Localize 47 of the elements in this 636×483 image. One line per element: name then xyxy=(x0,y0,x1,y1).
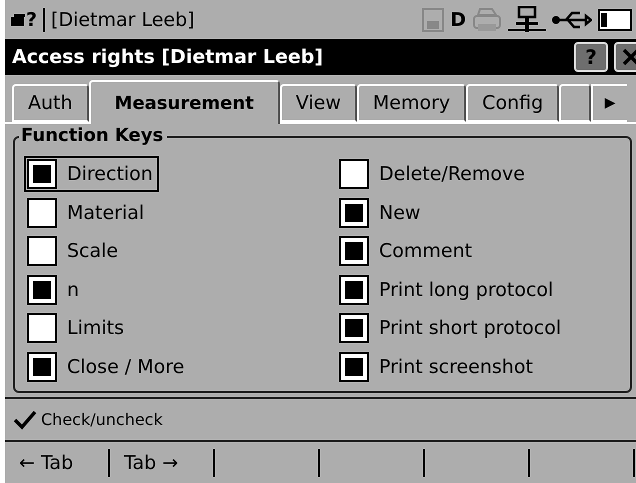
checkbox-label: Direction xyxy=(67,163,153,186)
checkbox-label: Scale xyxy=(67,240,118,262)
battery-icon xyxy=(598,8,632,30)
user-name: [Dietmar Leeb] xyxy=(51,8,195,30)
usb-icon xyxy=(552,10,592,30)
checkmark-icon xyxy=(13,410,37,430)
softkey[interactable]: ← Tab xyxy=(5,448,110,476)
help-button[interactable]: ? xyxy=(574,42,608,72)
tab[interactable]: Auth xyxy=(12,84,89,122)
checkbox[interactable] xyxy=(339,236,369,266)
checkbox-label: New xyxy=(379,202,420,224)
checkbox[interactable] xyxy=(27,236,57,266)
hidden-tab[interactable] xyxy=(559,84,592,122)
checkbox[interactable] xyxy=(27,198,57,228)
tab-scroll-button[interactable]: ▶ xyxy=(591,84,628,122)
tab[interactable]: Measurement xyxy=(88,80,280,124)
checkbox-label: Comment xyxy=(379,240,472,262)
close-icon xyxy=(622,48,636,66)
group-title: Function Keys xyxy=(19,125,168,146)
tab[interactable]: Config xyxy=(466,84,560,122)
checkbox-label: Print short protocol xyxy=(379,317,562,340)
checkbox-label: Print long protocol xyxy=(379,278,554,301)
checkbox-label: Print screenshot xyxy=(379,356,533,378)
checkbox-label: Limits xyxy=(67,317,124,340)
tab[interactable]: Memory xyxy=(356,84,466,122)
drive-letter: D xyxy=(450,8,466,30)
checkbox-label: Close / More xyxy=(67,356,184,378)
checkbox[interactable] xyxy=(339,352,369,382)
window-title: Access rights [Dietmar Leeb] xyxy=(12,46,324,68)
checkbox-label: Material xyxy=(67,202,144,224)
checkbox[interactable] xyxy=(27,274,57,305)
help-mark: ? xyxy=(26,8,38,30)
softkey[interactable]: Tab → xyxy=(110,448,215,476)
window-icon xyxy=(11,14,25,26)
checkbox-label: n xyxy=(67,278,80,301)
checkbox[interactable] xyxy=(339,313,369,344)
checkbox[interactable] xyxy=(27,313,57,344)
checkbox[interactable] xyxy=(27,352,57,382)
checkbox[interactable] xyxy=(339,274,369,305)
tab[interactable]: View xyxy=(280,84,357,122)
checkbox-label: Delete/Remove xyxy=(379,163,525,186)
printer-icon xyxy=(472,6,502,32)
network-icon xyxy=(508,6,546,34)
checkbox[interactable] xyxy=(339,159,369,190)
checkbox[interactable] xyxy=(339,198,369,228)
hint-text: Check/uncheck xyxy=(41,410,163,429)
checkbox[interactable] xyxy=(27,159,57,190)
